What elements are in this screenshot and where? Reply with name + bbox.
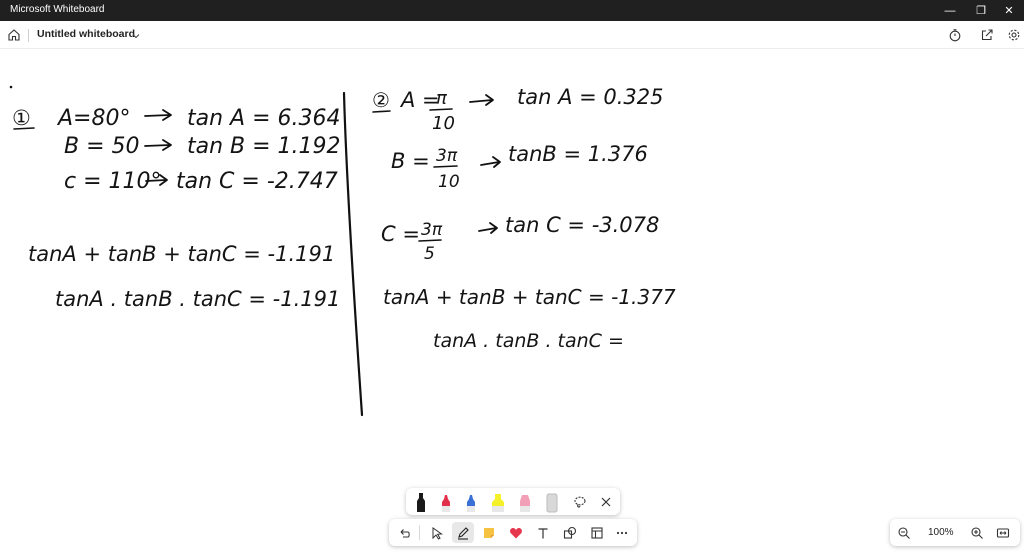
share-button[interactable] xyxy=(977,25,997,45)
fit-to-screen-button[interactable] xyxy=(992,522,1014,543)
zoom-out-button[interactable] xyxy=(893,522,915,543)
right-a-label: A = xyxy=(399,88,440,112)
select-icon xyxy=(432,526,443,540)
whiteboard-title[interactable]: Untitled whiteboard xyxy=(37,28,135,40)
zoom-controls: 100% xyxy=(890,519,1020,546)
shapes-button[interactable] xyxy=(559,522,581,543)
arrow-5 xyxy=(480,156,501,168)
pen-tray xyxy=(406,488,620,515)
minimize-button[interactable]: — xyxy=(933,0,967,21)
maximize-button[interactable]: ❐ xyxy=(964,0,998,21)
close-tray-button[interactable] xyxy=(595,491,617,512)
pen-slot-red[interactable] xyxy=(435,491,457,512)
close-icon xyxy=(601,497,611,506)
templates-button[interactable] xyxy=(586,522,608,543)
right-b-numer: 3π xyxy=(436,146,458,166)
more-icon xyxy=(616,531,628,534)
fraction-bar-a xyxy=(429,108,453,111)
lasso-button[interactable] xyxy=(569,491,591,512)
arrow-6 xyxy=(478,222,498,234)
maximize-icon: ❐ xyxy=(976,5,986,17)
app-toolbar: Untitled whiteboard xyxy=(0,21,1024,49)
right-c-result: tan C = -3.078 xyxy=(505,213,659,237)
right-c-denom: 5 xyxy=(424,244,435,264)
templates-icon xyxy=(591,526,603,539)
pen-slot-black[interactable] xyxy=(410,491,432,512)
right-sum-line: tanA + tanB + tanC = -1.377 xyxy=(383,285,676,309)
timer-icon xyxy=(949,29,961,42)
eraser-slot[interactable] xyxy=(541,491,563,512)
right-b-result: tanB = 1.376 xyxy=(508,142,648,166)
title-dropdown-button[interactable] xyxy=(126,26,146,46)
zoom-out-icon xyxy=(898,526,910,539)
lasso-icon xyxy=(574,496,586,508)
app-title: Microsoft Whiteboard xyxy=(10,4,105,15)
shapes-icon xyxy=(563,526,577,539)
minimize-icon: — xyxy=(944,4,956,17)
toolbar-divider xyxy=(28,29,29,42)
settings-button[interactable] xyxy=(1004,25,1024,45)
right-c-label: C = xyxy=(381,222,420,246)
left-section-marker: ① xyxy=(12,106,31,130)
left-line1-left: A=80° xyxy=(56,106,130,131)
right-product-line: tanA . tanB . tanC = xyxy=(433,330,624,352)
marker-underline xyxy=(13,127,35,130)
fraction-bar-b xyxy=(433,165,458,168)
title-bar: Microsoft Whiteboard — ❐ ✕ xyxy=(0,0,1024,21)
zoom-in-icon xyxy=(971,526,983,539)
select-button[interactable] xyxy=(426,522,448,543)
divider-line xyxy=(342,91,364,417)
bottom-toolbar xyxy=(389,519,637,546)
close-icon: ✕ xyxy=(1004,5,1014,17)
home-icon xyxy=(8,29,20,41)
pen-icon xyxy=(458,526,469,540)
reactions-icon xyxy=(510,527,522,538)
chevron-down-icon xyxy=(132,34,140,39)
arrow-4 xyxy=(469,94,494,106)
text-button[interactable] xyxy=(532,522,554,543)
whiteboard-canvas[interactable]: ① A=80° tan A = 6.364 B = 50 tan B = 1.1… xyxy=(0,49,1024,548)
right-section-marker: ② xyxy=(372,88,390,112)
timer-button[interactable] xyxy=(945,25,965,45)
share-icon xyxy=(981,29,993,41)
highlighter-slot-yellow[interactable] xyxy=(487,491,509,512)
arrow-1 xyxy=(144,109,172,121)
settings-icon xyxy=(1008,29,1020,41)
undo-button[interactable] xyxy=(393,522,415,543)
eraser-icon xyxy=(546,493,558,512)
left-line2-left: B = 50 xyxy=(64,134,140,159)
fit-to-screen-icon xyxy=(996,527,1010,538)
left-line2-right: tan B = 1.192 xyxy=(187,134,341,159)
zoom-level[interactable]: 100% xyxy=(928,527,954,538)
toolbar-divider xyxy=(419,525,420,540)
close-window-button[interactable]: ✕ xyxy=(994,0,1024,21)
pen-tool-button[interactable] xyxy=(452,522,474,543)
text-icon xyxy=(538,527,548,538)
sticky-note-icon xyxy=(484,527,494,538)
arrow-2 xyxy=(144,139,172,151)
highlighter-slot-pink[interactable] xyxy=(514,491,536,512)
right-a-denom: 10 xyxy=(432,113,455,134)
left-sum-line: tanA + tanB + tanC = -1.191 xyxy=(28,242,335,266)
left-line1-right: tan A = 6.364 xyxy=(187,106,341,131)
undo-icon xyxy=(400,528,410,538)
left-product-line: tanA . tanB . tanC = -1.191 xyxy=(55,287,340,311)
more-button[interactable] xyxy=(611,522,633,543)
fraction-bar-c xyxy=(418,239,442,242)
right-b-denom: 10 xyxy=(438,172,460,192)
ink-layer: ① A=80° tan A = 6.364 B = 50 tan B = 1.1… xyxy=(9,85,676,417)
left-line3-right: tan C = -2.747 xyxy=(176,169,338,194)
black-pen-icon xyxy=(417,492,425,512)
sticky-note-button[interactable] xyxy=(478,522,500,543)
right-c-numer: 3π xyxy=(421,220,443,240)
right-a-numer: π xyxy=(436,88,448,109)
home-button[interactable] xyxy=(4,25,24,45)
pen-slot-blue[interactable] xyxy=(460,491,482,512)
marker2-underline xyxy=(372,110,391,113)
zoom-in-button[interactable] xyxy=(966,522,988,543)
right-b-label: B = xyxy=(391,149,430,173)
ink-dot xyxy=(9,85,13,89)
right-a-result: tan A = 0.325 xyxy=(517,85,664,109)
reactions-button[interactable] xyxy=(505,522,527,543)
